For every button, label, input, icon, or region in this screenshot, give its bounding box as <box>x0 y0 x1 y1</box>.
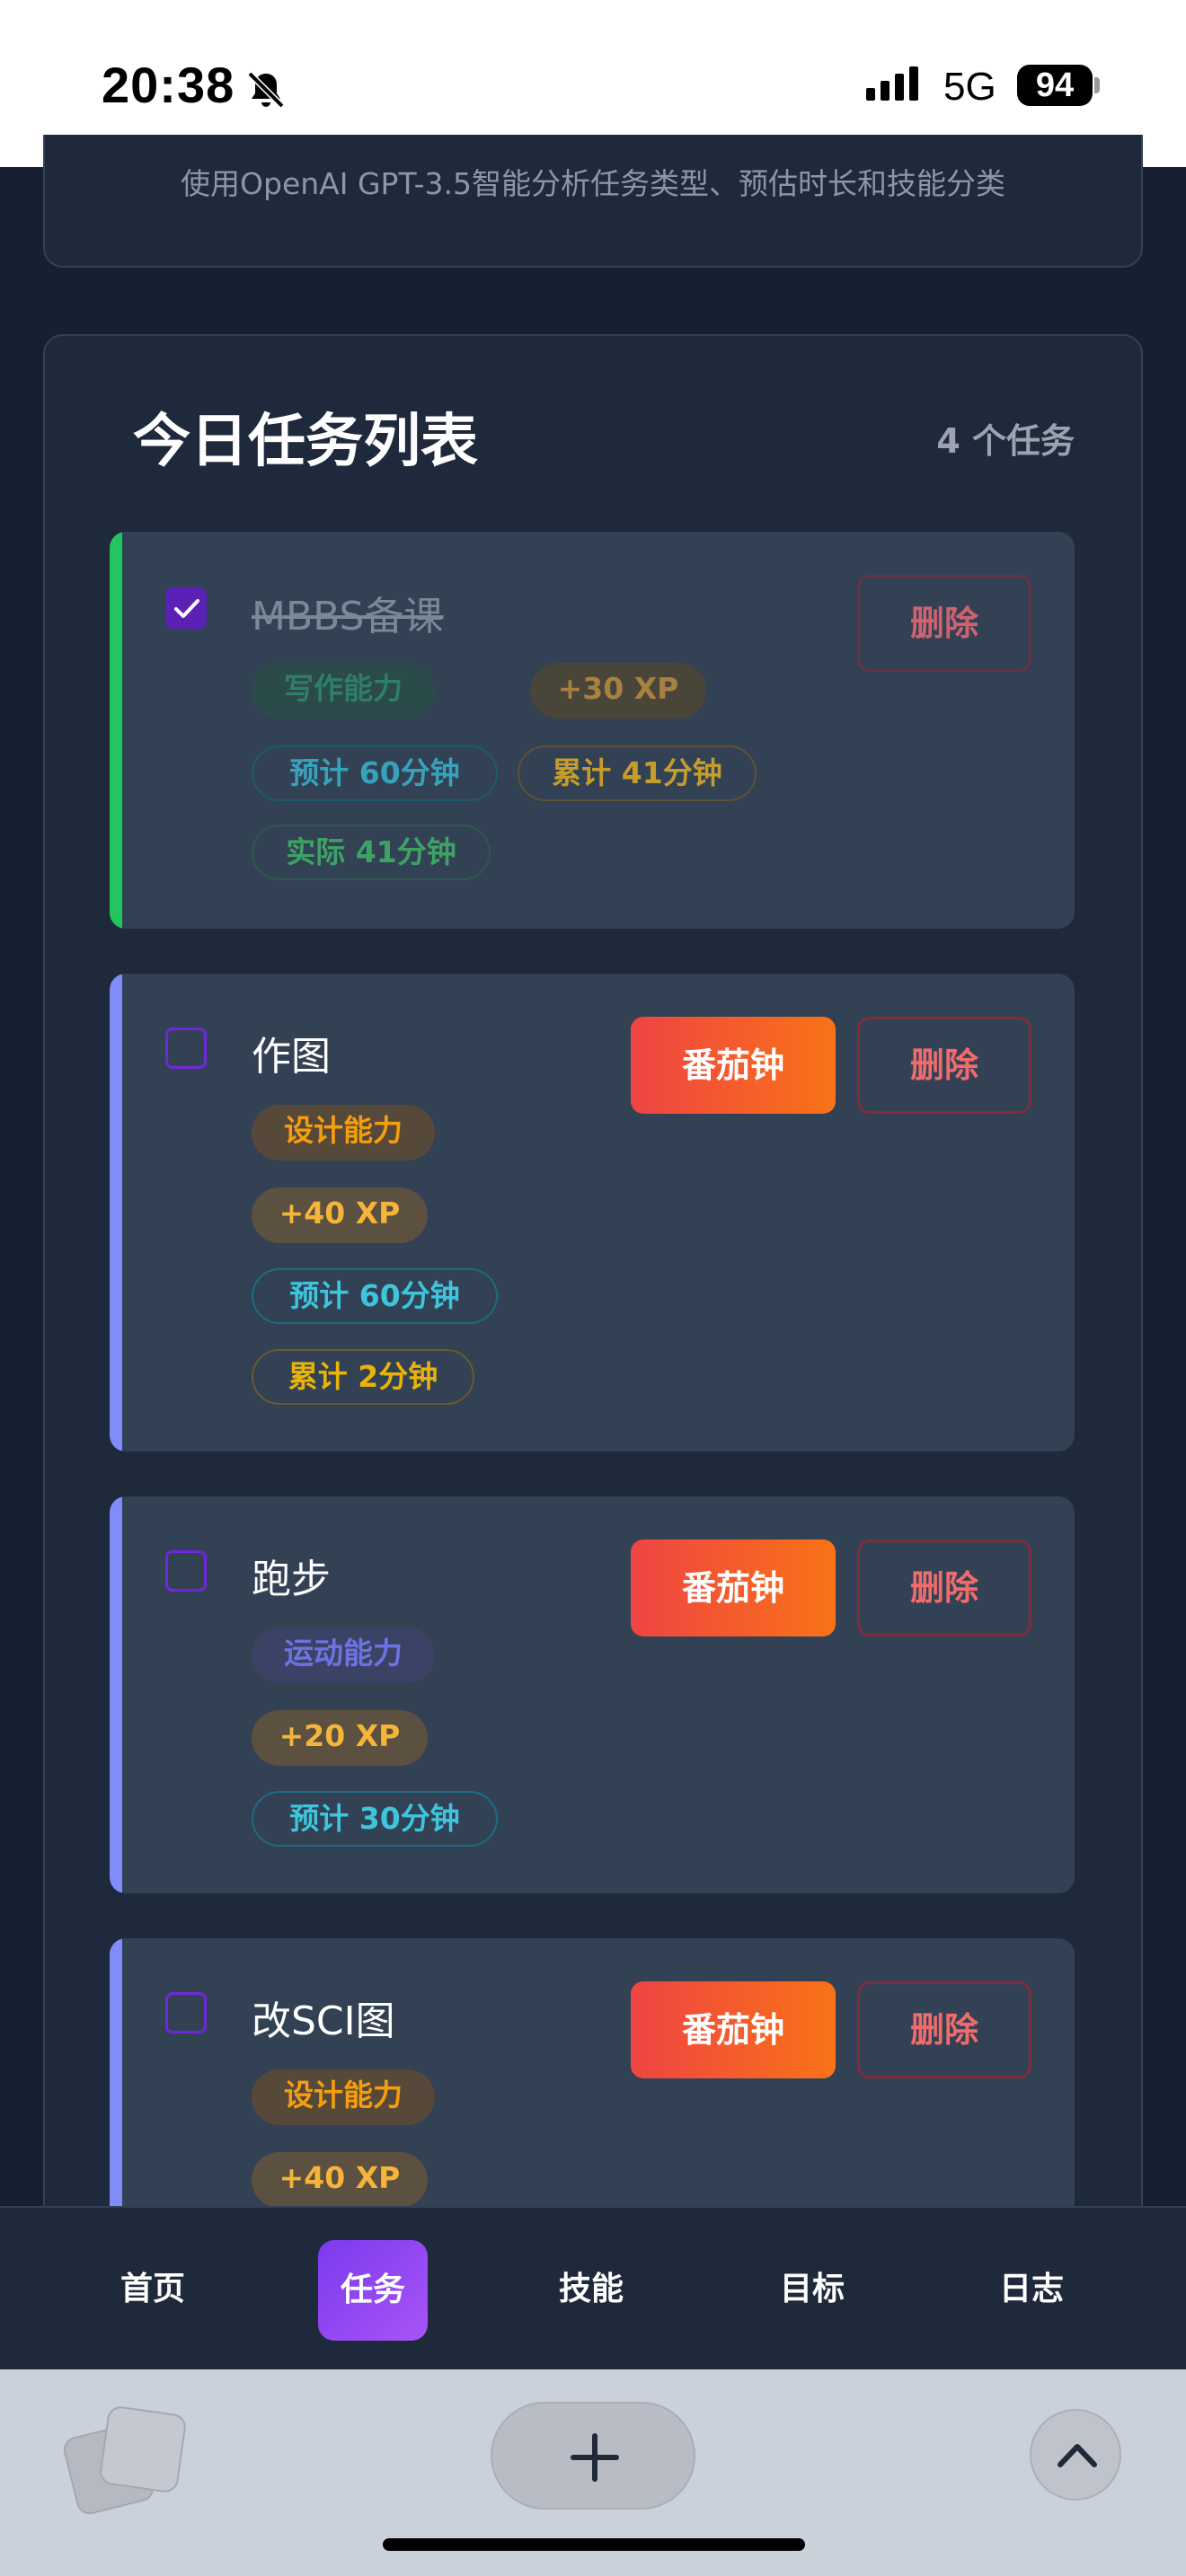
pomodoro-button[interactable]: 番茄钟 <box>631 1017 836 1114</box>
task-card: 改SCI图 设计能力 +40 XP 番茄钟 删除 <box>110 1938 1075 2208</box>
skill-badge: 运动能力 <box>252 1628 435 1683</box>
nav-item-tasks[interactable]: 任务 <box>318 2240 428 2341</box>
xp-badge: +40 XP <box>252 2152 428 2208</box>
estimate-badge: 预计 60分钟 <box>252 745 498 801</box>
accumulated-badge: 累计 2分钟 <box>252 1349 474 1405</box>
task-card: MBBS备课 写作能力 +30 XP 预计 60分钟 累计 41分钟 实际 41… <box>110 532 1075 929</box>
nav-item-journal[interactable]: 日志 <box>960 2208 1103 2371</box>
task-name: 跑步 <box>252 1557 331 1602</box>
tabs-icon[interactable] <box>63 2400 189 2517</box>
xp-badge: +40 XP <box>252 1187 428 1243</box>
scroll-up-button[interactable] <box>1030 2409 1121 2501</box>
task-name: 改SCI图 <box>252 1998 395 2044</box>
checkmark-icon <box>174 599 199 618</box>
plus-icon <box>571 2433 619 2482</box>
estimate-badge: 预计 30分钟 <box>252 1791 498 1847</box>
battery-tip <box>1094 77 1100 93</box>
task-checkbox[interactable] <box>165 1550 207 1592</box>
home-indicator <box>383 2538 805 2551</box>
delete-button[interactable]: 删除 <box>857 575 1031 672</box>
chevron-up-icon <box>1058 2444 1097 2467</box>
task-list-title: 今日任务列表 <box>133 409 478 475</box>
skill-badge: 设计能力 <box>252 1105 435 1160</box>
task-card: 作图 设计能力 +40 XP 预计 60分钟 累计 2分钟 番茄钟 删除 <box>110 974 1075 1451</box>
task-checkbox[interactable] <box>165 1028 207 1069</box>
xp-badge: +20 XP <box>252 1710 428 1766</box>
bell-muted-icon <box>247 71 285 109</box>
task-checkbox[interactable] <box>165 587 207 629</box>
task-accent-bar <box>110 1496 122 1893</box>
skill-badge: 写作能力 <box>252 663 435 719</box>
task-name: MBBS备课 <box>252 594 444 640</box>
network-label: 5G <box>943 65 996 109</box>
accumulated-badge: 累计 41分钟 <box>518 745 757 801</box>
task-accent-bar <box>110 1938 122 2208</box>
delete-button[interactable]: 删除 <box>857 1017 1031 1114</box>
delete-button[interactable]: 删除 <box>857 1981 1031 2078</box>
task-name: 作图 <box>252 1034 331 1080</box>
task-count: 4 个任务 <box>936 421 1075 461</box>
battery-indicator: 94 <box>1017 65 1093 106</box>
nav-item-home[interactable]: 首页 <box>81 2208 225 2371</box>
signal-icon <box>866 66 918 101</box>
bottom-nav: 首页 任务 技能 目标 日志 <box>0 2206 1186 2369</box>
task-checkbox[interactable] <box>165 1992 207 2033</box>
delete-button[interactable]: 删除 <box>857 1539 1031 1636</box>
pomodoro-button[interactable]: 番茄钟 <box>631 1981 836 2078</box>
pomodoro-button[interactable]: 番茄钟 <box>631 1539 836 1636</box>
status-time: 20:38 <box>102 57 235 113</box>
actual-badge: 实际 41分钟 <box>252 825 491 880</box>
new-tab-button[interactable] <box>491 2402 695 2510</box>
nav-item-skills[interactable]: 技能 <box>519 2208 663 2371</box>
task-accent-bar <box>110 532 122 929</box>
xp-badge: +30 XP <box>530 663 706 719</box>
task-card: 跑步 运动能力 +20 XP 预计 30分钟 番茄钟 删除 <box>110 1496 1075 1893</box>
nav-item-goals[interactable]: 目标 <box>740 2208 884 2371</box>
ai-analysis-description: 使用OpenAI GPT-3.5智能分析任务类型、预估时长和技能分类 <box>181 166 1005 201</box>
task-accent-bar <box>110 974 122 1451</box>
skill-badge: 设计能力 <box>252 2069 435 2125</box>
estimate-badge: 预计 60分钟 <box>252 1268 498 1324</box>
